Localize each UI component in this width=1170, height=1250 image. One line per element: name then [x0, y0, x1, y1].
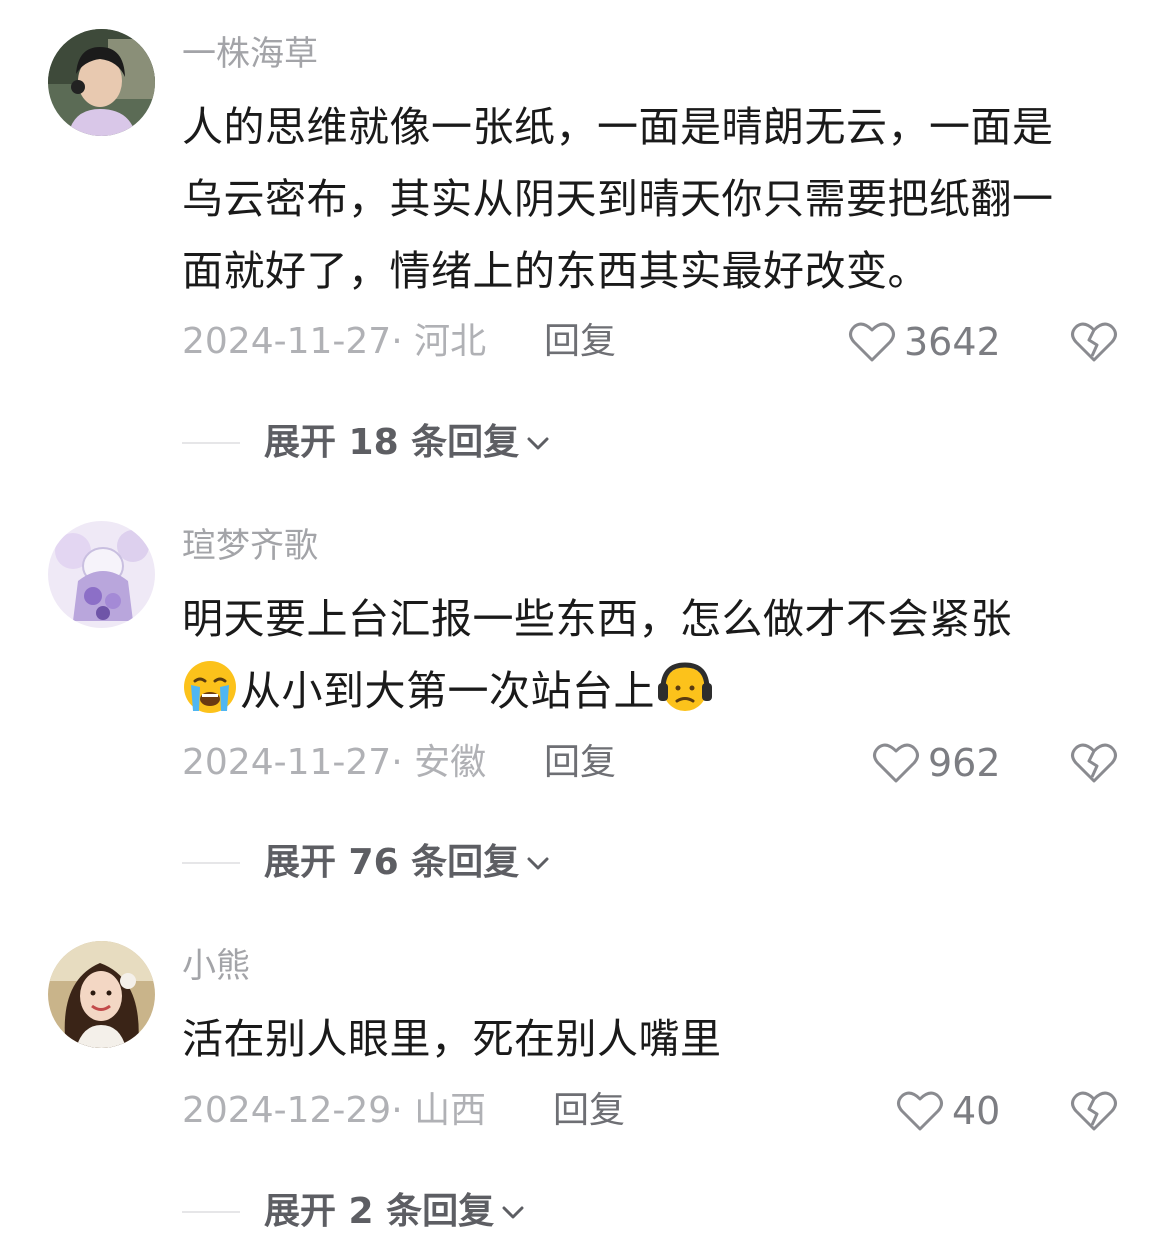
- comment-text-line: 人的思维就像一张纸，一面是晴朗无云，一面是: [182, 103, 1054, 151]
- comment-username[interactable]: 小熊: [182, 946, 250, 986]
- avatar-image: [48, 29, 155, 136]
- divider-line: [182, 442, 240, 444]
- comment-text-line: 明天要上台汇报一些东西，怎么做才不会紧张: [182, 595, 1012, 643]
- chevron-down-icon: [502, 1206, 524, 1219]
- dislike-button[interactable]: [1070, 741, 1118, 785]
- like-button[interactable]: 962: [872, 741, 1001, 785]
- like-count: 3642: [904, 320, 1001, 364]
- chevron-down-icon: [527, 857, 549, 870]
- like-count: 40: [952, 1089, 1001, 1133]
- broken-heart-icon: [1071, 1091, 1117, 1131]
- dislike-button[interactable]: [1070, 320, 1118, 364]
- avatar[interactable]: [48, 29, 155, 136]
- avatar[interactable]: [48, 941, 155, 1048]
- expand-replies-label: 展开 18 条回复: [264, 422, 520, 463]
- avatar[interactable]: [48, 521, 155, 628]
- comment-date-location: 2024-11-27· 河北: [182, 321, 487, 362]
- broken-heart-icon: [1071, 743, 1117, 783]
- expand-replies-label: 展开 76 条回复: [264, 842, 520, 883]
- heart-outline-icon: [873, 743, 919, 783]
- comment-text: 人的思维就像一张纸，一面是晴朗无云，一面是 乌云密布，其实从阴天到晴天你只需要把…: [182, 91, 1122, 307]
- avatar-image: [48, 941, 155, 1048]
- comment-text-line: 从小到大第一次站台上: [182, 655, 1122, 727]
- comment-text-line: 活在别人眼里，死在别人嘴里: [182, 1015, 722, 1063]
- comment-username[interactable]: 一株海草: [182, 34, 318, 74]
- chevron-down-icon: [527, 437, 549, 450]
- expand-replies-button[interactable]: 展开 18 条回复: [182, 421, 553, 465]
- expand-replies-label: 展开 2 条回复: [264, 1191, 495, 1232]
- comment-username[interactable]: 瑄梦齐歌: [182, 526, 318, 566]
- comment-text-line: 面就好了，情绪上的东西其实最好改变。: [182, 247, 929, 295]
- heart-outline-icon: [849, 322, 895, 362]
- expand-replies-button[interactable]: 展开 2 条回复: [182, 1190, 528, 1234]
- expand-replies-button[interactable]: 展开 76 条回复: [182, 841, 553, 885]
- heart-outline-icon: [897, 1091, 943, 1131]
- broken-heart-icon: [1071, 322, 1117, 362]
- comment-text-fragment: 从小到大第一次站台上: [240, 667, 655, 715]
- like-button[interactable]: 40: [896, 1089, 1000, 1133]
- dislike-button[interactable]: [1070, 1089, 1118, 1133]
- like-button[interactable]: 3642: [848, 320, 1001, 364]
- divider-line: [182, 1211, 240, 1213]
- reply-button[interactable]: 回复: [544, 741, 616, 785]
- like-count: 962: [928, 741, 1001, 785]
- comment-date-location: 2024-11-27· 安徽: [182, 742, 487, 783]
- comment-text: 明天要上台汇报一些东西，怎么做才不会紧张 从小到大第一次站台上: [182, 583, 1122, 727]
- headphones-face-emoji: [657, 659, 713, 715]
- comment-date-location: 2024-12-29· 山西: [182, 1090, 487, 1131]
- comment-text-line: 乌云密布，其实从阴天到晴天你只需要把纸翻一: [182, 175, 1054, 223]
- divider-line: [182, 862, 240, 864]
- comment-text: 活在别人眼里，死在别人嘴里: [182, 1003, 1122, 1075]
- avatar-image: [48, 521, 155, 628]
- reply-button[interactable]: 回复: [544, 320, 616, 364]
- reply-button[interactable]: 回复: [553, 1089, 625, 1133]
- crying-face-emoji: [182, 659, 238, 715]
